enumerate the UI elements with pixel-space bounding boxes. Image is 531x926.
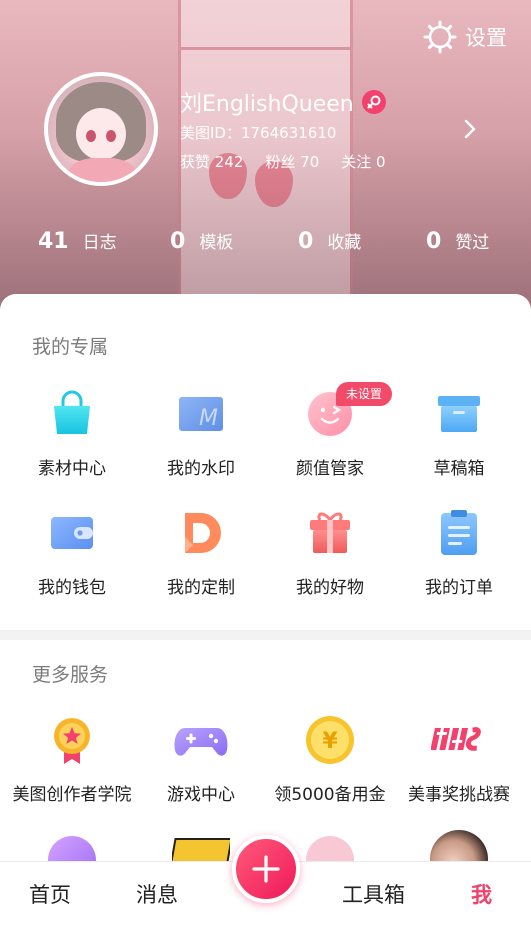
grid-item-label: 草稿箱	[433, 459, 485, 479]
grid-item-wallet[interactable]: 我的钱包	[6, 507, 138, 598]
gear-icon	[423, 20, 457, 54]
section-title-services: 更多服务	[32, 664, 109, 686]
service-heart-icon-partial[interactable]	[306, 836, 354, 862]
nav-messages[interactable]: 消息	[136, 879, 178, 909]
avatar[interactable]	[44, 72, 158, 186]
custom-d-icon	[185, 513, 221, 553]
section-title-exclusive: 我的专属	[32, 336, 109, 358]
service-game-center[interactable]: 游戏中心	[135, 714, 267, 805]
count-label: 模板	[199, 233, 234, 253]
username: 刘EnglishQueen	[180, 92, 354, 117]
clipboard-icon	[441, 510, 477, 555]
nav-home[interactable]: 首页	[29, 879, 71, 909]
count-number: 0	[426, 229, 442, 254]
grid-item-label: 游戏中心	[167, 785, 235, 805]
grid-item-drafts[interactable]: 草稿箱	[393, 388, 525, 479]
nav-me[interactable]: 我	[471, 879, 492, 909]
count-label: 收藏	[327, 233, 362, 253]
grid-item-orders[interactable]: 我的订单	[393, 507, 525, 598]
count-templates[interactable]: 0 模板	[170, 228, 233, 254]
count-liked[interactable]: 0 赞过	[426, 228, 489, 254]
medal-icon	[54, 718, 90, 764]
likes-count[interactable]: 获赞 242	[180, 151, 243, 172]
service-photo-avatar-partial[interactable]	[430, 830, 488, 862]
count-number: 41	[38, 229, 69, 254]
create-plus-button[interactable]	[232, 835, 300, 903]
grid-item-label: 我的定制	[167, 578, 235, 598]
count-diary[interactable]: 41 日志	[38, 228, 117, 254]
grid-item-customization[interactable]: 我的定制	[135, 507, 267, 598]
shopping-bag-icon	[54, 390, 90, 434]
grid-item-material-center[interactable]: 素材中心	[6, 388, 138, 479]
grid-item-label: 我的好物	[296, 578, 364, 598]
plus-icon	[252, 855, 280, 883]
following-count[interactable]: 关注 0	[341, 151, 385, 172]
section-divider	[0, 630, 531, 640]
nav-toolbox[interactable]: 工具箱	[342, 879, 405, 909]
count-label: 日志	[82, 233, 117, 253]
grid-item-label: 美图创作者学院	[12, 785, 132, 805]
challenge-logo-icon	[430, 727, 481, 751]
username-row[interactable]: 刘EnglishQueen	[180, 86, 386, 118]
svg-text:¥: ¥	[322, 729, 338, 754]
service-star-icon-partial[interactable]	[48, 836, 96, 862]
grid-item-label: 领5000备用金	[274, 785, 386, 805]
profile-stats: 获赞 242 粉丝 70 关注 0	[180, 151, 386, 172]
grid-item-good-stuff[interactable]: 我的好物	[264, 507, 396, 598]
chevron-right-icon[interactable]	[459, 118, 481, 140]
unset-badge: 未设置	[336, 382, 393, 406]
service-creator-academy[interactable]: 美图创作者学院	[6, 714, 138, 805]
service-challenge[interactable]: 美事奖挑战赛	[393, 714, 525, 805]
draft-box-icon	[438, 396, 480, 432]
meitu-id: 美图ID：1764631610	[180, 122, 336, 143]
grid-item-label: 颜值管家	[296, 459, 364, 479]
grid-item-my-watermark[interactable]: M 我的水印	[135, 388, 267, 479]
female-icon	[361, 90, 386, 114]
profile-counts: 41 日志 0 模板 0 收藏 0 赞过	[0, 228, 531, 260]
count-label: 赞过	[455, 233, 490, 253]
grid-item-label: 我的水印	[167, 459, 235, 479]
svg-text:M: M	[199, 406, 218, 431]
service-comic-icon-partial[interactable]	[172, 838, 230, 862]
fans-count[interactable]: 粉丝 70	[265, 151, 319, 172]
count-number: 0	[298, 229, 314, 254]
grid-item-label: 美事奖挑战赛	[408, 785, 510, 805]
yuan-coin-icon: ¥	[306, 716, 354, 764]
settings-label: 设置	[465, 26, 507, 50]
gamepad-icon	[174, 728, 228, 756]
service-reserve-fund[interactable]: ¥ 领5000备用金	[264, 714, 396, 805]
count-favorites[interactable]: 0 收藏	[298, 228, 361, 254]
count-number: 0	[170, 229, 186, 254]
settings-button[interactable]: 设置	[423, 20, 507, 54]
grid-item-label: 我的钱包	[38, 578, 106, 598]
watermark-icon: M	[179, 397, 223, 431]
gift-icon	[310, 512, 350, 553]
meitu-id-text: 美图ID：1764631610	[180, 124, 337, 142]
wallet-icon	[51, 517, 93, 549]
grid-item-label: 我的订单	[425, 578, 493, 598]
grid-item-label: 素材中心	[38, 459, 106, 479]
